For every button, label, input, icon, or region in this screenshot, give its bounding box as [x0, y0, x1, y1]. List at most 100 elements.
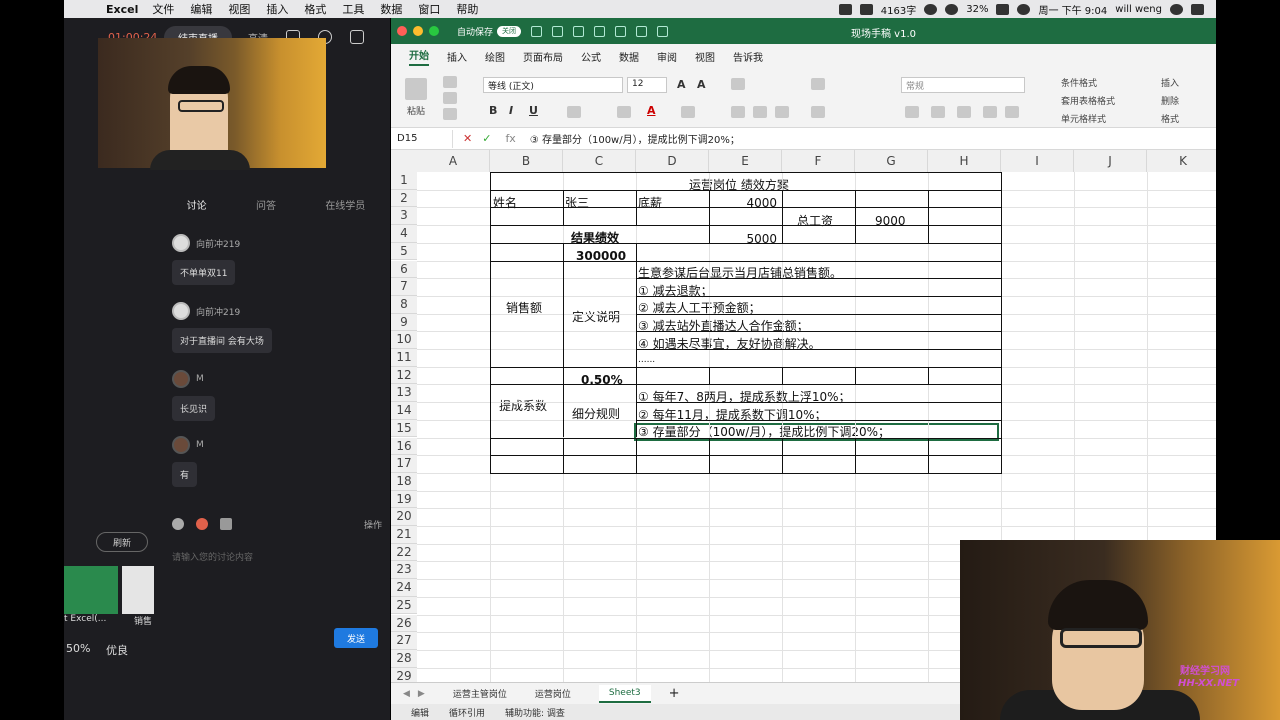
- row-header[interactable]: 12: [391, 366, 417, 385]
- status-accessibility[interactable]: 辅助功能: 调查: [505, 706, 565, 719]
- cloud-icon[interactable]: [838, 3, 852, 15]
- tab-view[interactable]: 视图: [695, 49, 715, 64]
- column-header[interactable]: E: [709, 150, 782, 172]
- insert-cells-button[interactable]: 插入: [1161, 76, 1179, 89]
- home-icon[interactable]: [531, 25, 543, 37]
- row-header[interactable]: 27: [391, 632, 417, 650]
- refresh-button[interactable]: 刷新: [96, 532, 148, 552]
- search-icon[interactable]: [1017, 3, 1031, 15]
- row-header[interactable]: 10: [391, 331, 417, 349]
- app-menu[interactable]: Excel: [106, 3, 138, 16]
- zoom-icon[interactable]: [429, 26, 439, 36]
- row-header[interactable]: 25: [391, 596, 417, 615]
- sheet-tab[interactable]: 运营岗位: [535, 687, 571, 700]
- row-header[interactable]: 8: [391, 295, 417, 314]
- emoji-icon[interactable]: [172, 518, 184, 530]
- delete-cells-button[interactable]: 删除: [1161, 94, 1179, 107]
- pin-icon[interactable]: [350, 30, 364, 44]
- tab-discussion[interactable]: 讨论: [187, 197, 207, 212]
- column-header[interactable]: J: [1074, 150, 1147, 172]
- wrap-text-icon[interactable]: [811, 78, 825, 90]
- menu-file[interactable]: 文件: [152, 1, 174, 17]
- row-header[interactable]: 11: [391, 349, 417, 367]
- excel-window-thumbnail[interactable]: [64, 566, 118, 614]
- operations-button[interactable]: 操作: [364, 518, 382, 531]
- row-header[interactable]: 17: [391, 455, 417, 473]
- menu-tools[interactable]: 工具: [342, 1, 364, 17]
- row-header[interactable]: 16: [391, 437, 417, 456]
- menu-format[interactable]: 格式: [304, 1, 326, 17]
- status-circular[interactable]: 循环引用: [449, 706, 485, 719]
- align-right-icon[interactable]: [775, 106, 789, 118]
- column-header[interactable]: I: [1001, 150, 1074, 172]
- row-header[interactable]: 4: [391, 225, 417, 243]
- column-header[interactable]: F: [782, 150, 855, 172]
- column-header[interactable]: K: [1147, 150, 1216, 172]
- tab-formulas[interactable]: 公式: [581, 49, 601, 64]
- cell-styles-button[interactable]: 单元格样式: [1061, 112, 1106, 125]
- mic-icon[interactable]: [924, 3, 938, 15]
- cell-perf-value[interactable]: 5000: [721, 231, 777, 247]
- tab-page-layout[interactable]: 页面布局: [523, 49, 563, 64]
- row-header[interactable]: 7: [391, 278, 417, 296]
- user-name[interactable]: will weng: [1115, 4, 1162, 15]
- increase-font-icon[interactable]: A: [677, 78, 686, 91]
- row-header[interactable]: 6: [391, 260, 417, 279]
- gift-icon[interactable]: [196, 518, 208, 530]
- menu-window[interactable]: 窗口: [418, 1, 440, 17]
- column-header[interactable]: D: [636, 150, 709, 172]
- wifi-icon[interactable]: [945, 3, 959, 15]
- undo-icon[interactable]: [615, 25, 627, 37]
- autosave-toggle[interactable]: 关闭: [497, 25, 522, 37]
- name-box[interactable]: D15: [391, 129, 453, 148]
- row-header[interactable]: 5: [391, 242, 417, 261]
- sheet-tab[interactable]: 运营主管岗位: [453, 687, 507, 700]
- tab-review[interactable]: 审阅: [657, 49, 677, 64]
- chat-input[interactable]: 请输入您的讨论内容: [172, 550, 253, 563]
- underline-icon[interactable]: U: [529, 104, 538, 117]
- tab-home[interactable]: 开始: [409, 47, 429, 66]
- menu-view[interactable]: 视图: [228, 1, 250, 17]
- row-header[interactable]: 9: [391, 313, 417, 332]
- cell-base-value[interactable]: 4000: [721, 195, 777, 211]
- cell-base-label[interactable]: 底薪: [638, 195, 662, 211]
- column-header[interactable]: A: [417, 150, 490, 172]
- row-header[interactable]: 24: [391, 579, 417, 597]
- row-header[interactable]: 3: [391, 207, 417, 226]
- font-color-icon[interactable]: A: [647, 104, 656, 117]
- print-icon[interactable]: [594, 25, 606, 37]
- comma-icon[interactable]: [957, 106, 971, 118]
- wechat-icon[interactable]: [859, 3, 873, 15]
- cancel-icon[interactable]: ✕: [463, 132, 472, 145]
- next-sheet-icon[interactable]: ▶: [418, 689, 425, 699]
- font-name-select[interactable]: 等线 (正文): [483, 77, 623, 93]
- format-cells-button[interactable]: 格式: [1161, 112, 1179, 125]
- cell-name-value[interactable]: 张三: [565, 195, 589, 211]
- row-header[interactable]: 20: [391, 508, 417, 526]
- row-header[interactable]: 14: [391, 402, 417, 420]
- cell-total-label[interactable]: 总工资: [797, 213, 833, 229]
- sheet-tab[interactable]: Sheet3: [598, 684, 651, 703]
- confirm-icon[interactable]: ✓: [482, 132, 491, 145]
- select-all-corner[interactable]: [391, 150, 417, 172]
- currency-icon[interactable]: [905, 106, 919, 118]
- decrease-decimal-icon[interactable]: [1005, 106, 1019, 118]
- cell-sales-value[interactable]: 300000: [576, 248, 626, 264]
- redo-icon[interactable]: [636, 25, 648, 37]
- column-header[interactable]: G: [855, 150, 928, 172]
- row-header[interactable]: 13: [391, 384, 417, 403]
- tab-tell-me[interactable]: 告诉我: [733, 49, 763, 64]
- number-format-select[interactable]: 常规: [901, 77, 1025, 93]
- close-icon[interactable]: [397, 26, 407, 36]
- copy-icon[interactable]: [443, 92, 457, 104]
- more-icon[interactable]: [657, 25, 669, 37]
- fx-icon[interactable]: fx: [505, 132, 515, 145]
- minimize-icon[interactable]: [413, 26, 423, 36]
- italic-icon[interactable]: I: [509, 104, 513, 117]
- text-direction-icon[interactable]: [731, 78, 745, 90]
- percent-icon[interactable]: [931, 106, 945, 118]
- tab-online-students[interactable]: 在线学员: [325, 197, 365, 212]
- cell-def-line[interactable]: ......: [638, 352, 655, 368]
- borders-icon[interactable]: [567, 106, 581, 118]
- column-header[interactable]: B: [490, 150, 563, 172]
